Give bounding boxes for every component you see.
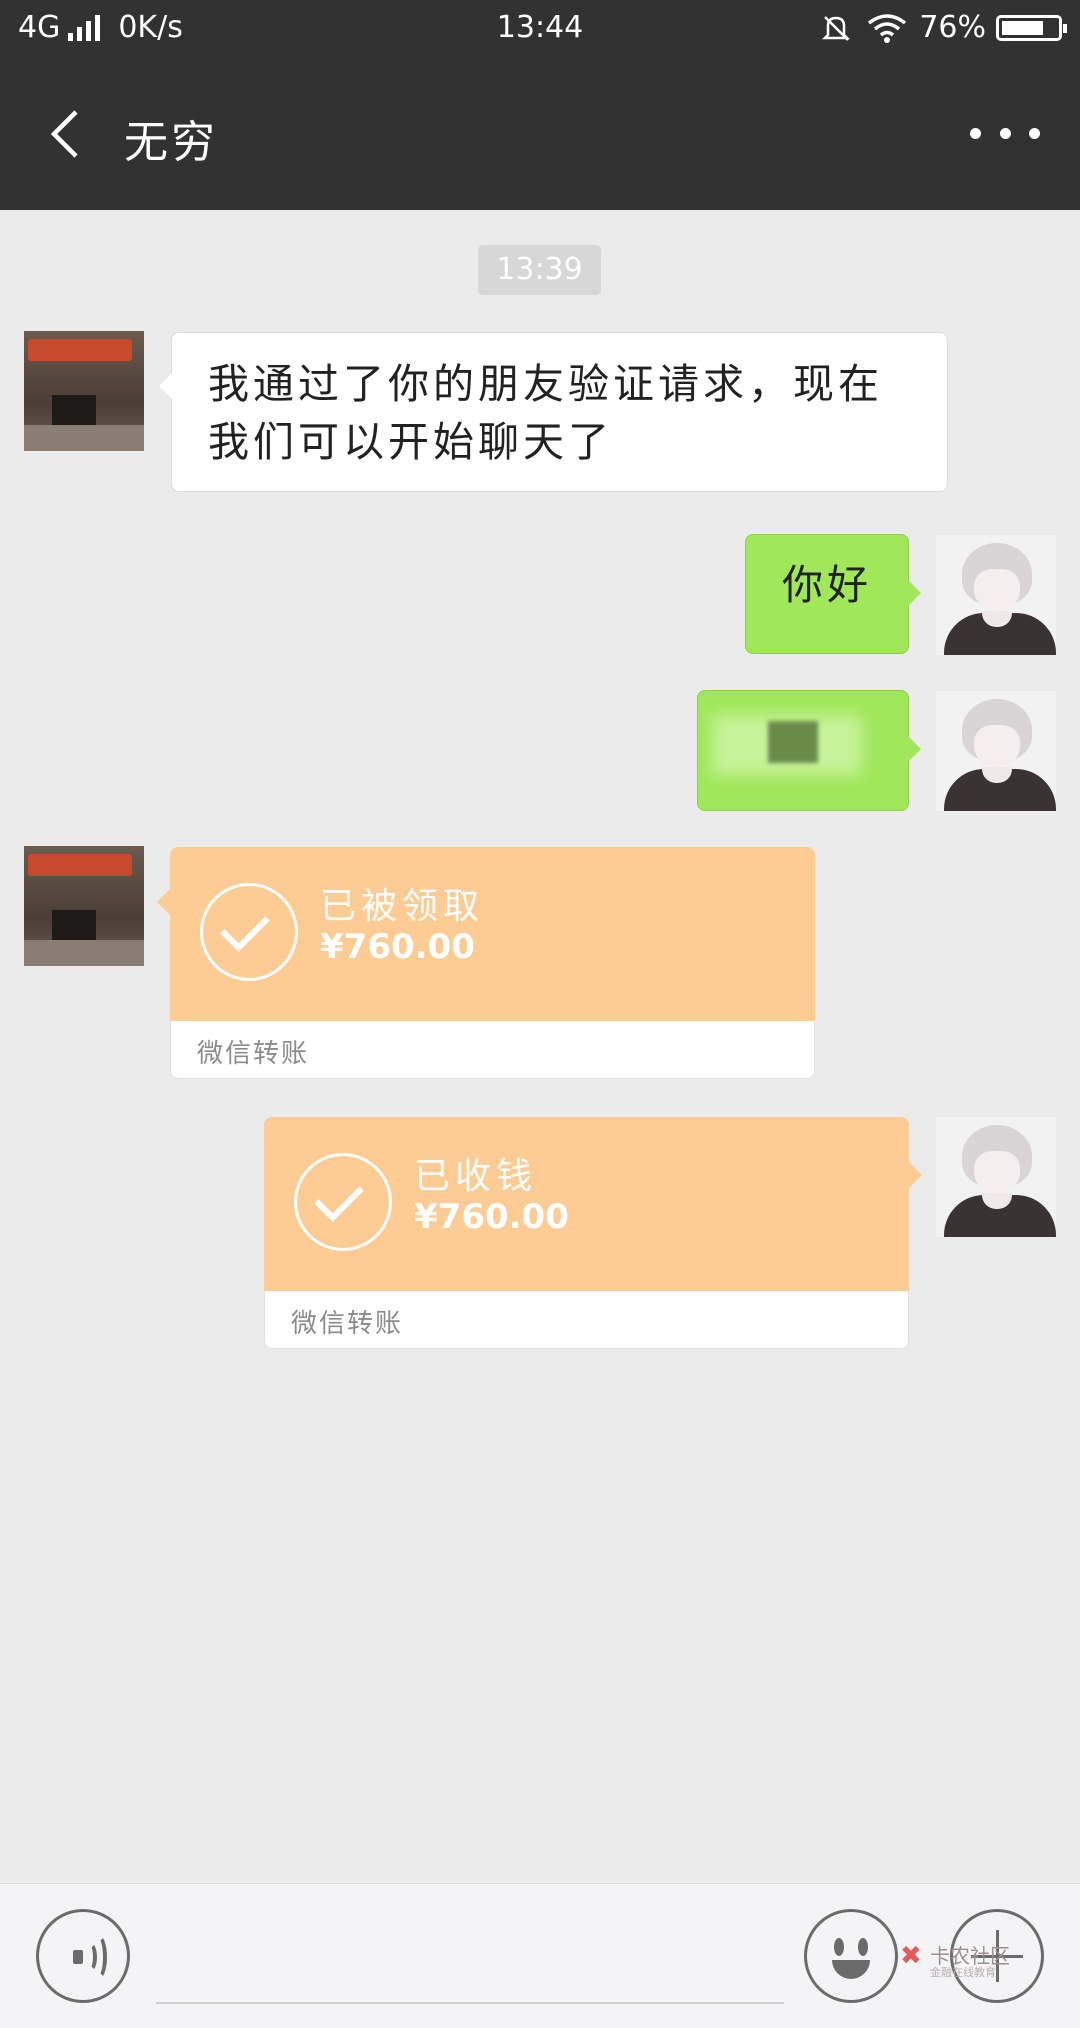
- status-right: 76%: [819, 10, 1067, 45]
- chat-header: 无穷: [0, 58, 1080, 210]
- avatar-sign: [28, 339, 132, 361]
- transfer-amount: ¥760.00: [414, 1197, 569, 1237]
- contact-avatar[interactable]: [24, 331, 144, 451]
- my-avatar[interactable]: [936, 691, 1056, 811]
- transfer-label: 微信转账: [291, 1309, 404, 1339]
- emoji-icon[interactable]: [804, 1909, 898, 2003]
- blurred-content: [768, 721, 818, 763]
- transfer-label: 微信转账: [197, 1039, 310, 1069]
- voice-icon[interactable]: [36, 1909, 130, 2003]
- battery-percent: 76%: [919, 10, 986, 45]
- contact-avatar[interactable]: [24, 846, 144, 966]
- transfer-status: 已被领取: [320, 886, 485, 927]
- chat-title: 无穷: [124, 117, 218, 168]
- wifi-icon: [868, 13, 907, 43]
- message-bubble-sent[interactable]: 你好: [745, 534, 921, 654]
- status-bar: 4G 0K/s 13:44 76%: [0, 0, 1080, 58]
- battery-icon: [996, 14, 1067, 41]
- more-dots-icon[interactable]: [970, 108, 1040, 158]
- message-timestamp: 13:39: [478, 245, 601, 295]
- message-bubble-received[interactable]: 我通过了你的朋友验证请求，现在我们可以开始聊天了: [159, 332, 948, 492]
- watermark: ✖ 卡农社区 金融在线教育: [900, 1941, 1020, 1979]
- transfer-card-received[interactable]: 已被领取 ¥760.00 微信转账: [157, 847, 815, 1079]
- transfer-status: 已收钱: [414, 1156, 538, 1197]
- check-circle-icon: [294, 1153, 392, 1251]
- my-avatar[interactable]: [936, 1117, 1056, 1237]
- mute-bell-icon: [822, 15, 851, 41]
- message-bubble-sent-blurred[interactable]: [697, 690, 921, 811]
- my-avatar[interactable]: [936, 535, 1056, 655]
- check-circle-icon: [200, 883, 298, 981]
- avatar-sign: [28, 854, 132, 876]
- transfer-card-sent[interactable]: 已收钱 ¥760.00 微信转账: [264, 1117, 922, 1349]
- message-text: 我通过了你的朋友验证请求，现在我们可以开始聊天了: [208, 360, 883, 466]
- watermark-logo-icon: ✖: [900, 1941, 922, 1971]
- message-input[interactable]: [156, 1918, 784, 2004]
- message-text: 你好: [782, 561, 872, 609]
- input-bar: ✖ 卡农社区 金融在线教育: [0, 1883, 1080, 2028]
- watermark-subtext: 金融在线教育: [930, 1966, 996, 1979]
- transfer-amount: ¥760.00: [320, 927, 475, 967]
- chevron-left-icon[interactable]: [40, 104, 100, 164]
